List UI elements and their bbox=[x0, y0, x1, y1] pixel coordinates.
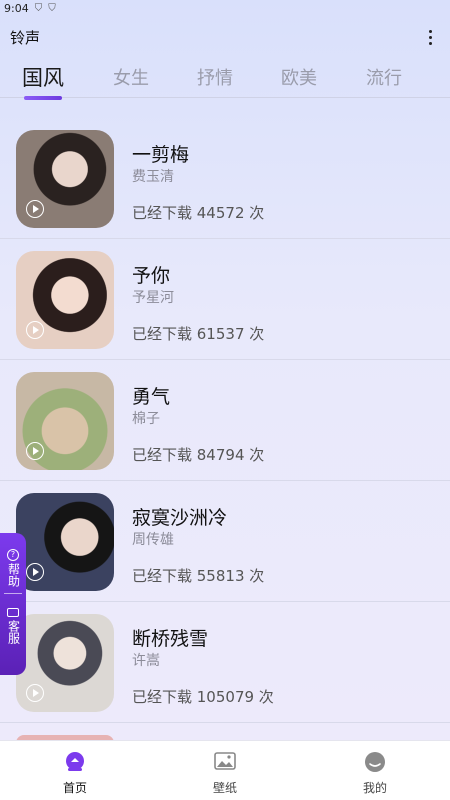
service-label: 客服 bbox=[6, 620, 21, 644]
tab-pop[interactable]: 流行 bbox=[365, 58, 403, 90]
status-bar: 9:04 ⛉ ⛉ bbox=[0, 0, 450, 16]
play-icon[interactable] bbox=[26, 563, 44, 581]
bottom-nav: 首页 壁纸 我的 bbox=[0, 740, 450, 800]
tab-guofeng[interactable]: 国风 bbox=[22, 58, 64, 92]
song-title: 一剪梅 bbox=[132, 144, 190, 166]
singer-name: 许嵩 bbox=[132, 653, 160, 669]
download-count: 已经下载 84794 次 bbox=[132, 446, 265, 464]
nav-wallpaper[interactable]: 壁纸 bbox=[150, 741, 300, 800]
app-bar: 铃声 bbox=[0, 16, 450, 58]
download-count: 已经下载 61537 次 bbox=[132, 325, 265, 343]
list-item[interactable]: 断桥残雪 许嵩 已经下载 105079 次 bbox=[0, 602, 450, 723]
song-thumbnail[interactable] bbox=[16, 493, 114, 591]
song-thumbnail[interactable] bbox=[16, 614, 114, 712]
home-icon bbox=[66, 752, 84, 771]
play-icon[interactable] bbox=[26, 684, 44, 702]
song-thumbnail[interactable] bbox=[16, 130, 114, 228]
mail-icon bbox=[7, 608, 19, 617]
shield-icon: ⛉ bbox=[34, 2, 43, 14]
play-icon[interactable] bbox=[26, 442, 44, 460]
question-icon: ? bbox=[7, 549, 19, 561]
song-title: 勇气 bbox=[132, 386, 171, 408]
help-service-tab[interactable]: ? 帮助 客服 bbox=[0, 533, 26, 675]
nav-profile-label: 我的 bbox=[362, 781, 387, 795]
list-item[interactable]: 勇气 棉子 已经下载 84794 次 bbox=[0, 360, 450, 481]
singer-name: 棉子 bbox=[132, 411, 160, 427]
more-vert-icon[interactable] bbox=[420, 25, 440, 49]
song-thumbnail[interactable] bbox=[16, 372, 114, 470]
play-icon[interactable] bbox=[26, 321, 44, 339]
status-time: 9:04 bbox=[4, 1, 29, 15]
list-item[interactable]: 一剪梅 费玉清 已经下载 44572 次 bbox=[0, 118, 450, 239]
category-tabs: 国风 女生 抒情 欧美 流行 bbox=[0, 58, 450, 98]
nav-wallpaper-label: 壁纸 bbox=[212, 781, 237, 795]
singer-name: 周传雄 bbox=[132, 532, 174, 548]
singer-name: 费玉清 bbox=[132, 169, 174, 185]
list-item[interactable]: 寂寞沙洲冷 周传雄 已经下载 55813 次 bbox=[0, 481, 450, 602]
list-item[interactable]: 予你 予星河 已经下载 61537 次 bbox=[0, 239, 450, 360]
download-count: 已经下载 55813 次 bbox=[132, 567, 265, 585]
wallpaper-icon bbox=[214, 752, 236, 770]
play-icon[interactable] bbox=[26, 200, 44, 218]
help-label: 帮助 bbox=[6, 563, 21, 587]
download-count: 已经下载 105079 次 bbox=[132, 688, 274, 706]
help-button[interactable]: ? 帮助 bbox=[6, 549, 21, 587]
shield-check-icon: ⛉ bbox=[48, 2, 56, 14]
ringtone-list: 一剪梅 费玉清 已经下载 44572 次 予你 予星河 已经下载 61537 次… bbox=[0, 118, 450, 723]
nav-home-label: 首页 bbox=[62, 781, 87, 795]
profile-icon bbox=[365, 752, 385, 772]
app-title: 铃声 bbox=[10, 28, 41, 47]
singer-name: 予星河 bbox=[132, 290, 174, 306]
tab-lyrical[interactable]: 抒情 bbox=[196, 58, 234, 90]
tab-female[interactable]: 女生 bbox=[112, 58, 150, 90]
tab-western[interactable]: 欧美 bbox=[280, 58, 318, 90]
song-title: 寂寞沙洲冷 bbox=[132, 507, 228, 529]
song-title: 予你 bbox=[132, 265, 171, 287]
customer-service-button[interactable]: 客服 bbox=[6, 594, 21, 644]
song-thumbnail[interactable] bbox=[16, 251, 114, 349]
download-count: 已经下载 44572 次 bbox=[132, 204, 265, 222]
nav-profile[interactable]: 我的 bbox=[300, 741, 450, 800]
nav-home[interactable]: 首页 bbox=[0, 741, 150, 800]
song-title: 断桥残雪 bbox=[132, 628, 209, 650]
